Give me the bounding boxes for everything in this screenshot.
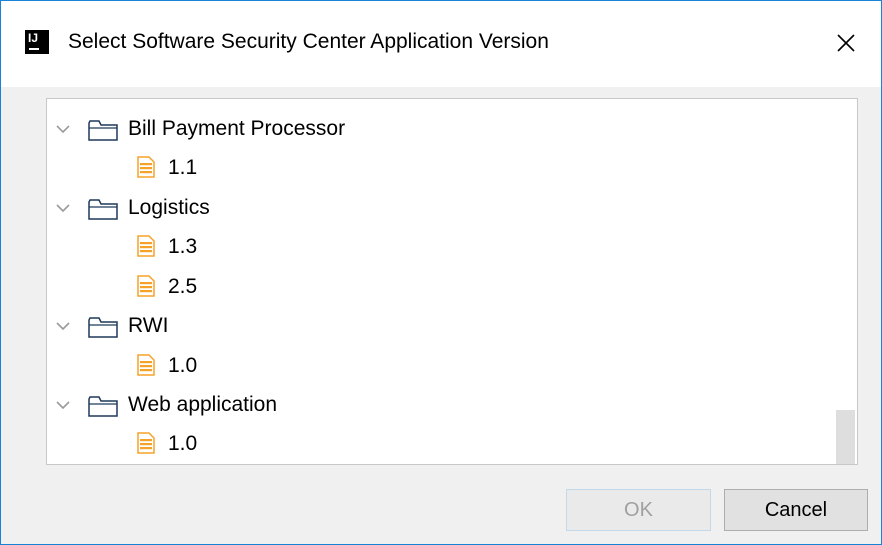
title-bar[interactable]: IJ Select Software Security Center Appli… <box>1 1 881 87</box>
tree-item-label: 2.5 <box>168 275 198 298</box>
tree-row-folder[interactable]: Web application <box>47 385 837 425</box>
tree-item-label: Web application <box>128 393 278 416</box>
tree-row-version[interactable]: 1.1 <box>47 148 837 188</box>
folder-icon <box>88 396 118 417</box>
version-tree[interactable]: Bill Payment Processor 1.1 Logistics 1.3… <box>46 98 858 465</box>
file-icon <box>137 235 155 257</box>
chevron-down-icon[interactable] <box>55 200 71 216</box>
tree-row-version[interactable]: 1.0 <box>47 424 837 464</box>
cancel-button[interactable]: Cancel <box>724 489 868 531</box>
tree-row-folder[interactable]: RWI <box>47 306 837 346</box>
tree-row-folder[interactable]: Bill Payment Processor <box>47 109 837 149</box>
tree-item-label: 1.3 <box>168 235 198 258</box>
file-icon <box>137 275 155 297</box>
chevron-down-icon[interactable] <box>55 318 71 334</box>
file-icon <box>137 432 155 454</box>
tree-item-label: 1.1 <box>168 156 198 179</box>
dialog-title: Select Software Security Center Applicat… <box>68 30 549 53</box>
tree-item-label: 1.0 <box>168 432 198 455</box>
folder-icon <box>88 317 118 338</box>
file-icon <box>137 354 155 376</box>
app-icon-text: IJ <box>28 31 39 45</box>
tree-item-label: 1.0 <box>168 354 198 377</box>
tree-row-version[interactable]: 1.3 <box>47 227 837 267</box>
dialog-window: IJ Select Software Security Center Appli… <box>0 0 882 545</box>
folder-icon <box>88 199 118 220</box>
intellij-app-icon: IJ <box>25 30 49 54</box>
scrollbar-thumb[interactable] <box>836 410 855 464</box>
close-button[interactable] <box>823 21 869 65</box>
folder-icon <box>88 120 118 141</box>
close-icon <box>837 34 855 52</box>
tree-item-label: RWI <box>128 314 169 337</box>
chevron-down-icon[interactable] <box>55 397 71 413</box>
tree-item-label: Bill Payment Processor <box>128 117 346 140</box>
tree-row-version[interactable]: 1.0 <box>47 346 837 386</box>
chevron-down-icon[interactable] <box>55 121 71 137</box>
ok-button[interactable]: OK <box>566 489 711 531</box>
tree-item-label: Logistics <box>128 196 210 219</box>
tree-row-version[interactable]: 2.5 <box>47 267 837 307</box>
tree-row-folder[interactable]: Logistics <box>47 188 837 228</box>
file-icon <box>137 156 155 178</box>
